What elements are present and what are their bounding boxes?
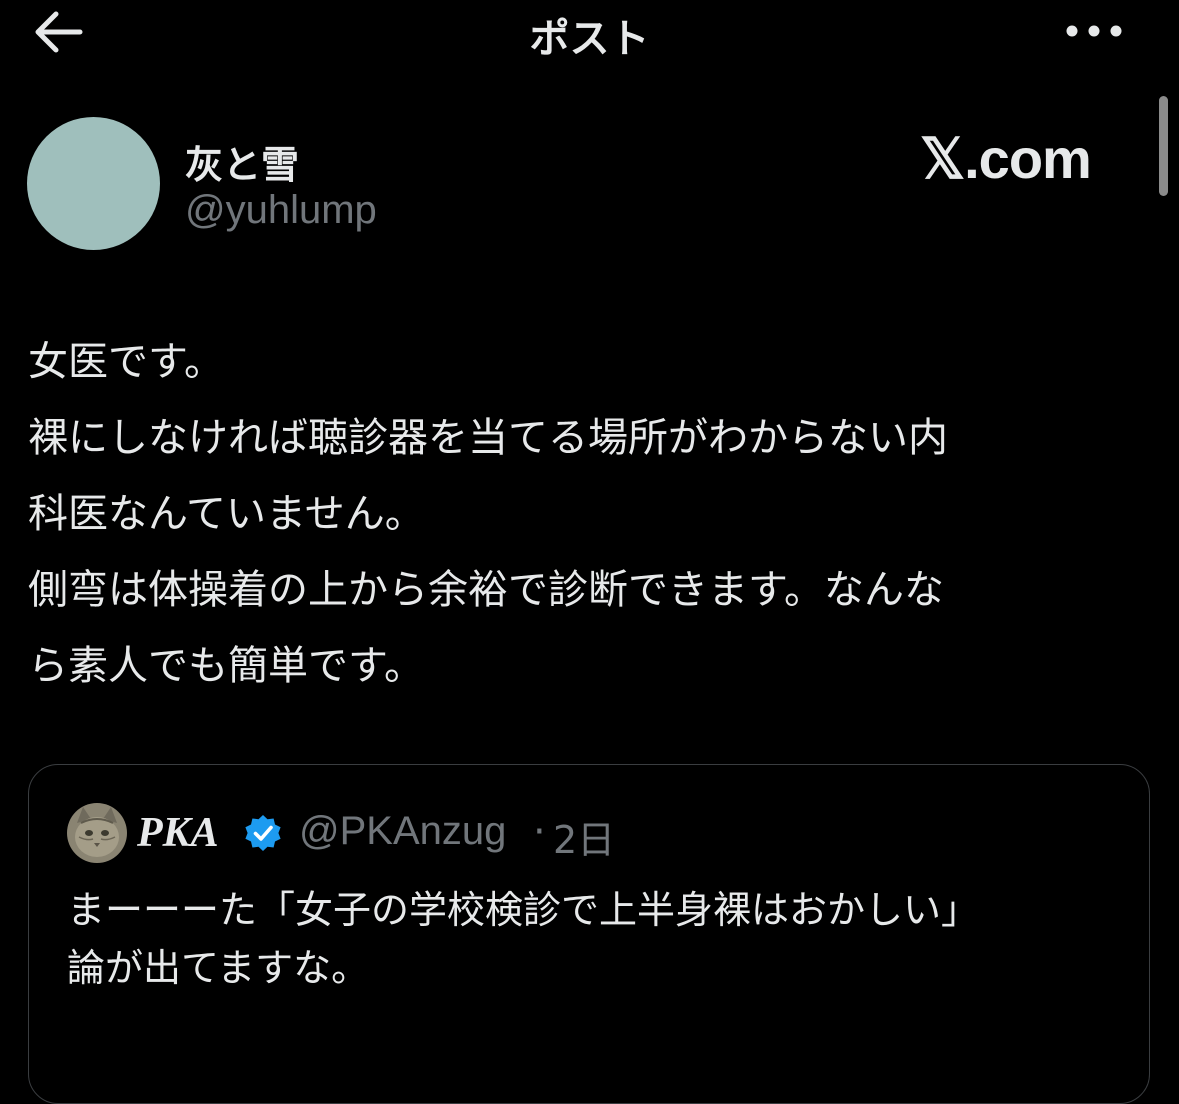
- post-text: 女医です。 裸にしなければ聴診器を当てる場所がわからない内 科医なんていません。…: [28, 324, 1148, 704]
- cat-avatar-icon: [67, 803, 127, 863]
- back-button[interactable]: [28, 8, 92, 56]
- more-options-button[interactable]: [1058, 14, 1130, 48]
- author-display-name[interactable]: 灰と雪: [185, 134, 299, 189]
- quoted-author-name[interactable]: PKA: [137, 809, 219, 857]
- author-handle[interactable]: @yuhlump: [185, 188, 377, 233]
- quoted-text-line: まーーーた「女子の学校検診で上半身裸はおかしい」: [67, 888, 980, 932]
- verified-badge-icon: [243, 813, 283, 853]
- scrollbar-thumb[interactable]: [1159, 96, 1168, 196]
- site-watermark: 𝕏.com: [920, 127, 1092, 190]
- post-text-line: 裸にしなければ聴診器を当てる場所がわからない内: [28, 415, 948, 461]
- top-bar: ポスト: [0, 0, 1179, 70]
- post-text-line: 科医なんていません。: [28, 491, 425, 537]
- page-title: ポスト: [529, 16, 650, 62]
- quoted-post[interactable]: PKA @PKAnzug · 2日 まーーーた「女子の学校検診で上半身裸はおかし…: [28, 764, 1150, 1104]
- post-text-line: 女医です。: [28, 339, 224, 385]
- quoted-author-avatar[interactable]: [67, 803, 127, 863]
- more-horizontal-icon: [1066, 25, 1122, 37]
- quoted-text-line: 論が出てますな。: [67, 946, 370, 990]
- quoted-post-time[interactable]: 2日: [553, 809, 615, 864]
- arrow-left-icon: [35, 11, 83, 53]
- author-avatar[interactable]: [27, 117, 160, 250]
- quoted-post-text: まーーーた「女子の学校検診で上半身裸はおかしい」 論が出てますな。: [67, 881, 1127, 997]
- meta-separator: ·: [533, 809, 546, 855]
- post-text-line: ら素人でも簡単です。: [28, 643, 424, 689]
- post-text-line: 側弯は体操着の上から余裕で診断できます。なんな: [28, 567, 944, 613]
- quoted-author-handle[interactable]: @PKAnzug: [299, 809, 506, 854]
